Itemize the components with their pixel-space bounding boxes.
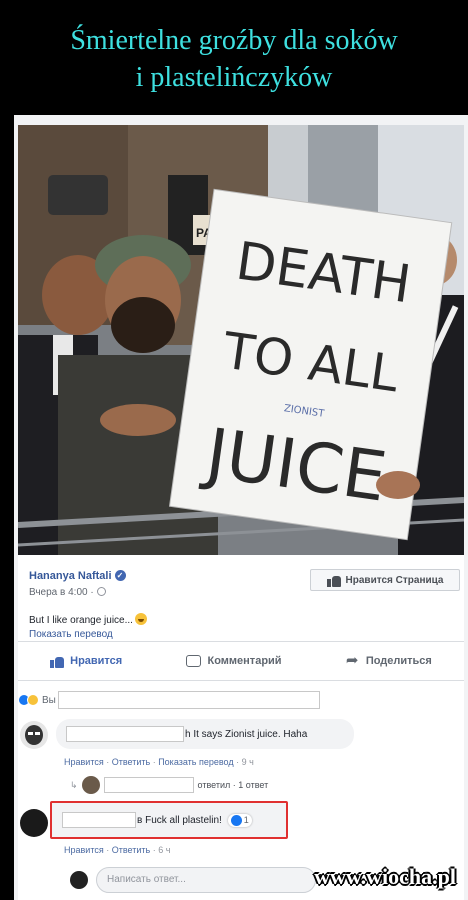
redacted-replier-name (103, 777, 194, 793)
post-time-text[interactable]: Вчера в 4:00 · (29, 587, 94, 598)
like-button[interactable]: Нравится (50, 655, 122, 668)
highlighted-comment: в Fuck all plastelin! 1 (50, 801, 288, 839)
thumbs-up-icon (326, 574, 341, 587)
reply-arrow-icon: ↳ (70, 779, 78, 790)
comment-1-bubble: h It says Zionist juice. Haha (56, 719, 354, 749)
grinning-emoji-icon (134, 613, 147, 625)
comment-label: Комментарий (207, 655, 282, 667)
like-page-label: Нравится Страница (345, 574, 444, 586)
comment-like-count[interactable]: 1 (227, 813, 252, 827)
redacted-names-bar (57, 691, 320, 709)
comment-2-time[interactable]: 6 ч (158, 845, 170, 855)
meme-title: Śmiertelne groźby dla soków i plastelińc… (0, 0, 468, 115)
comment-1-time[interactable]: 9 ч (242, 757, 254, 767)
comment-2-meta: Нравится · Ответить · 6 ч (64, 845, 171, 855)
replies-summary[interactable]: ↳ ответил · 1 ответ (70, 776, 268, 794)
redacted-commenter-name (66, 726, 184, 742)
comment-bubble-icon (186, 655, 202, 667)
comment-2-like-link[interactable]: Нравится (64, 845, 104, 855)
like-label: Нравится (70, 655, 123, 667)
share-button[interactable]: Поделиться (346, 651, 432, 669)
replier-avatar (81, 776, 100, 794)
current-user-avatar (70, 871, 88, 889)
reactions-text: Вы (42, 694, 56, 706)
comment-1-text: h It says Zionist juice. Haha (185, 728, 308, 740)
translate-link[interactable]: Показать перевод (29, 629, 113, 640)
post-header: Hananya Naftali ✓ Вчера в 4:00 · Нравится… (18, 555, 464, 645)
thumbs-up-icon (50, 655, 65, 668)
comment-2-like-number: 1 (243, 815, 249, 825)
author-name[interactable]: Hananya Naftali (29, 570, 112, 582)
comment-1-like-link[interactable]: Нравится (64, 757, 104, 767)
redacted-commenter-name (62, 812, 136, 828)
comment-button[interactable]: Комментарий (186, 655, 282, 667)
comment-2-bubble: в Fuck all plastelin! 1 (56, 805, 282, 835)
comment-1-reply-link[interactable]: Ответить (112, 757, 150, 767)
comment-2-reply-link[interactable]: Ответить (112, 845, 150, 855)
reply-input[interactable]: Написать ответ... (96, 867, 316, 893)
reactions-summary[interactable]: Вы (18, 691, 320, 709)
verified-icon: ✓ (114, 570, 126, 581)
post-photo[interactable]: PAL DEATH TO ALL ZIONIST JUICE (18, 125, 464, 555)
protest-photo-illustration: PAL DEATH TO ALL ZIONIST JUICE (18, 125, 464, 555)
avatar[interactable] (20, 809, 48, 837)
like-page-button[interactable]: Нравится Страница (310, 569, 460, 591)
watermark: www.wiocha.pl (314, 864, 456, 889)
reply-summary-text: ответил · 1 ответ (197, 780, 269, 790)
comment-1-meta: Нравится · Ответить · Показать перевод ·… (64, 757, 254, 767)
post-text-body: But I like orange juice... (29, 615, 133, 626)
post-text: But I like orange juice... (29, 613, 147, 626)
skull-avatar-icon (25, 725, 43, 745)
comment-1-translate-link[interactable]: Показать перевод (158, 757, 233, 767)
post-author[interactable]: Hananya Naftali ✓ (29, 570, 126, 582)
avatar[interactable] (20, 721, 48, 749)
globe-icon (96, 587, 106, 596)
meme-title-line2: i plastelińczyków (135, 62, 333, 93)
facebook-post: PAL DEATH TO ALL ZIONIST JUICE (14, 115, 468, 900)
haha-reaction-icon (27, 694, 39, 706)
share-arrow-icon (346, 651, 360, 669)
meme-title-line1: Śmiertelne groźby dla soków (70, 25, 398, 56)
post-timestamp[interactable]: Вчера в 4:00 · (29, 587, 106, 598)
share-label: Поделиться (365, 655, 432, 667)
like-reaction-icon (230, 814, 242, 826)
post-action-bar: Нравится Комментарий Поделиться (18, 641, 464, 681)
comment-2-text: в Fuck all plastelin! (137, 814, 222, 826)
